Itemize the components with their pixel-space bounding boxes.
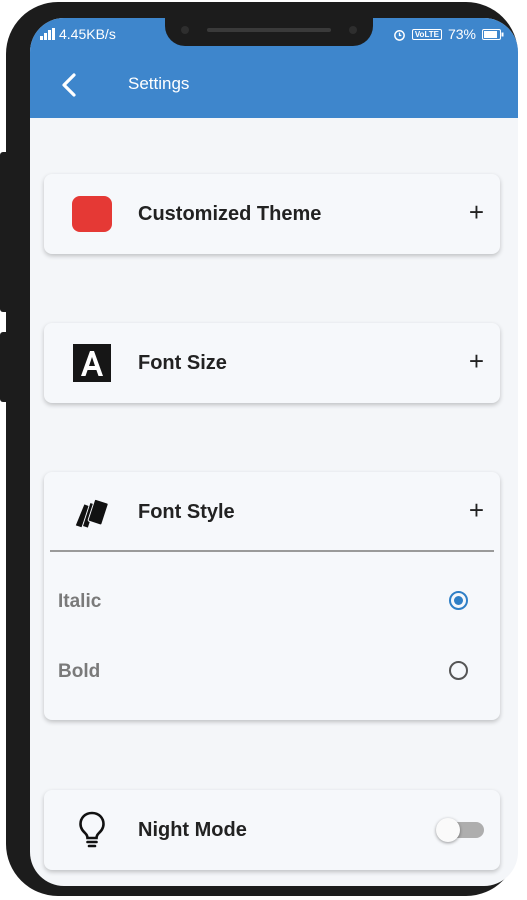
chevron-left-icon — [62, 73, 76, 97]
night-mode-label: Night Mode — [138, 819, 247, 841]
italic-option-label: Italic — [58, 591, 102, 612]
divider — [50, 550, 494, 552]
page-title: Settings — [128, 74, 190, 93]
font-style-row[interactable]: Font Style + — [44, 472, 500, 552]
font-size-label: Font Size — [138, 352, 227, 374]
status-left: 4.45KB/s — [40, 26, 116, 42]
battery-icon — [482, 28, 504, 40]
phone-frame: 4.45KB/s VoLTE 73% Settings Customized T… — [0, 2, 518, 896]
battery-level: 73% — [447, 26, 476, 42]
back-button[interactable] — [52, 68, 86, 102]
app-bar: Settings — [30, 52, 518, 118]
volume-button — [0, 152, 6, 312]
volte-badge: VoLTE — [411, 28, 442, 40]
night-mode-toggle[interactable] — [436, 818, 484, 842]
expand-font-style-button[interactable]: + — [469, 497, 484, 523]
network-speed: 4.45KB/s — [59, 26, 116, 42]
font-style-option-bold[interactable]: Bold — [44, 652, 500, 692]
bold-option-label: Bold — [58, 661, 101, 682]
font-style-option-italic[interactable]: Italic — [44, 582, 500, 622]
status-right: VoLTE 73% — [393, 26, 504, 42]
cards-icon — [72, 494, 112, 530]
font-style-card[interactable]: Font Style + Italic Bold — [44, 472, 500, 720]
font-size-card[interactable]: Font Size + — [44, 323, 500, 403]
expand-font-size-button[interactable]: + — [469, 348, 484, 374]
alarm-icon — [393, 29, 405, 41]
toggle-thumb — [436, 818, 460, 842]
italic-radio[interactable] — [449, 591, 468, 610]
sensor-icon — [349, 26, 357, 34]
red-square-icon — [72, 196, 112, 232]
signal-icon — [40, 28, 55, 40]
speaker-grille — [207, 28, 331, 32]
notch — [165, 18, 373, 46]
customized-theme-label: Customized Theme — [138, 203, 322, 225]
night-mode-row[interactable]: Night Mode — [44, 790, 500, 870]
lightbulb-icon — [72, 811, 112, 848]
status-bar: 4.45KB/s VoLTE 73% — [30, 18, 518, 52]
front-camera-icon — [181, 26, 189, 34]
font-size-row[interactable]: Font Size + — [44, 323, 500, 403]
screen: 4.45KB/s VoLTE 73% Settings Customized T… — [30, 18, 518, 886]
expand-customized-theme-button[interactable]: + — [469, 199, 484, 225]
power-button — [0, 332, 6, 402]
customized-theme-card[interactable]: Customized Theme + — [44, 174, 500, 254]
letter-a-icon — [72, 344, 112, 382]
font-style-label: Font Style — [138, 501, 235, 523]
bold-radio[interactable] — [449, 661, 468, 680]
customized-theme-row[interactable]: Customized Theme + — [44, 174, 500, 254]
night-mode-card[interactable]: Night Mode — [44, 790, 500, 870]
